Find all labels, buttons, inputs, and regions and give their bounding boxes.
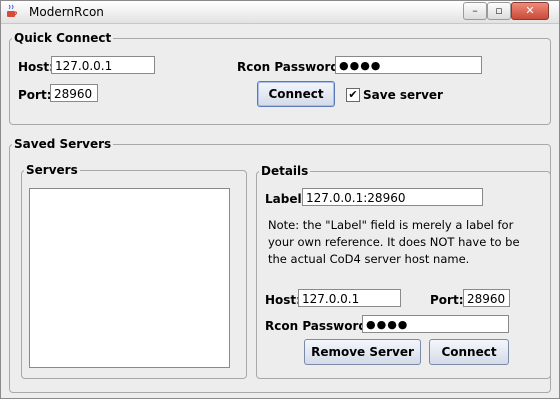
details-legend: Details (261, 164, 309, 178)
maximize-icon: ▫ (495, 4, 503, 17)
details-note: Note: the "Label" field is merely a labe… (268, 218, 520, 266)
details-host-label: Host: (265, 293, 301, 307)
servers-list[interactable] (29, 188, 230, 368)
details-password-label: Rcon Password: (265, 319, 372, 333)
quick-connect-legend: Quick Connect (14, 31, 112, 45)
window-title: ModernRcon (29, 5, 104, 19)
save-server-checkbox[interactable]: ✔ (346, 88, 360, 102)
quick-connect-button[interactable]: Connect (257, 81, 335, 107)
details-host-field[interactable]: 127.0.0.1 (298, 289, 401, 307)
close-icon: ✕ (525, 4, 535, 17)
details-label-label: Label: (265, 192, 307, 206)
save-server-label[interactable]: Save server (363, 88, 443, 102)
saved-servers-legend: Saved Servers (14, 137, 112, 151)
minimize-button[interactable]: – (463, 2, 487, 20)
details-connect-button[interactable]: Connect (429, 339, 509, 365)
main-window: ModernRcon – ▫ ✕ Quick Connect Host: 127… (0, 0, 560, 399)
title-bar[interactable]: ModernRcon – ▫ ✕ (1, 1, 559, 24)
quick-host-field[interactable]: 127.0.0.1 (51, 56, 155, 74)
minimize-icon: – (472, 4, 478, 17)
details-password-field[interactable]: ●●●● (362, 315, 509, 333)
details-label-field[interactable]: 127.0.0.1:28960 (302, 188, 483, 206)
java-cup-icon (7, 4, 18, 17)
details-port-field[interactable]: 28960 (463, 289, 510, 307)
close-button[interactable]: ✕ (511, 2, 549, 20)
quick-port-label: Port: (18, 88, 52, 102)
quick-connect-panel: Quick Connect (9, 31, 551, 125)
quick-password-field[interactable]: ●●●● (335, 56, 482, 74)
quick-host-label: Host: (18, 60, 54, 74)
quick-password-label: Rcon Password: (237, 60, 344, 74)
remove-server-button[interactable]: Remove Server (304, 339, 421, 365)
details-port-label: Port: (430, 293, 464, 307)
checkmark-icon: ✔ (348, 88, 358, 101)
servers-legend: Servers (26, 163, 78, 177)
quick-port-field[interactable]: 28960 (50, 84, 98, 102)
maximize-button[interactable]: ▫ (487, 2, 511, 20)
